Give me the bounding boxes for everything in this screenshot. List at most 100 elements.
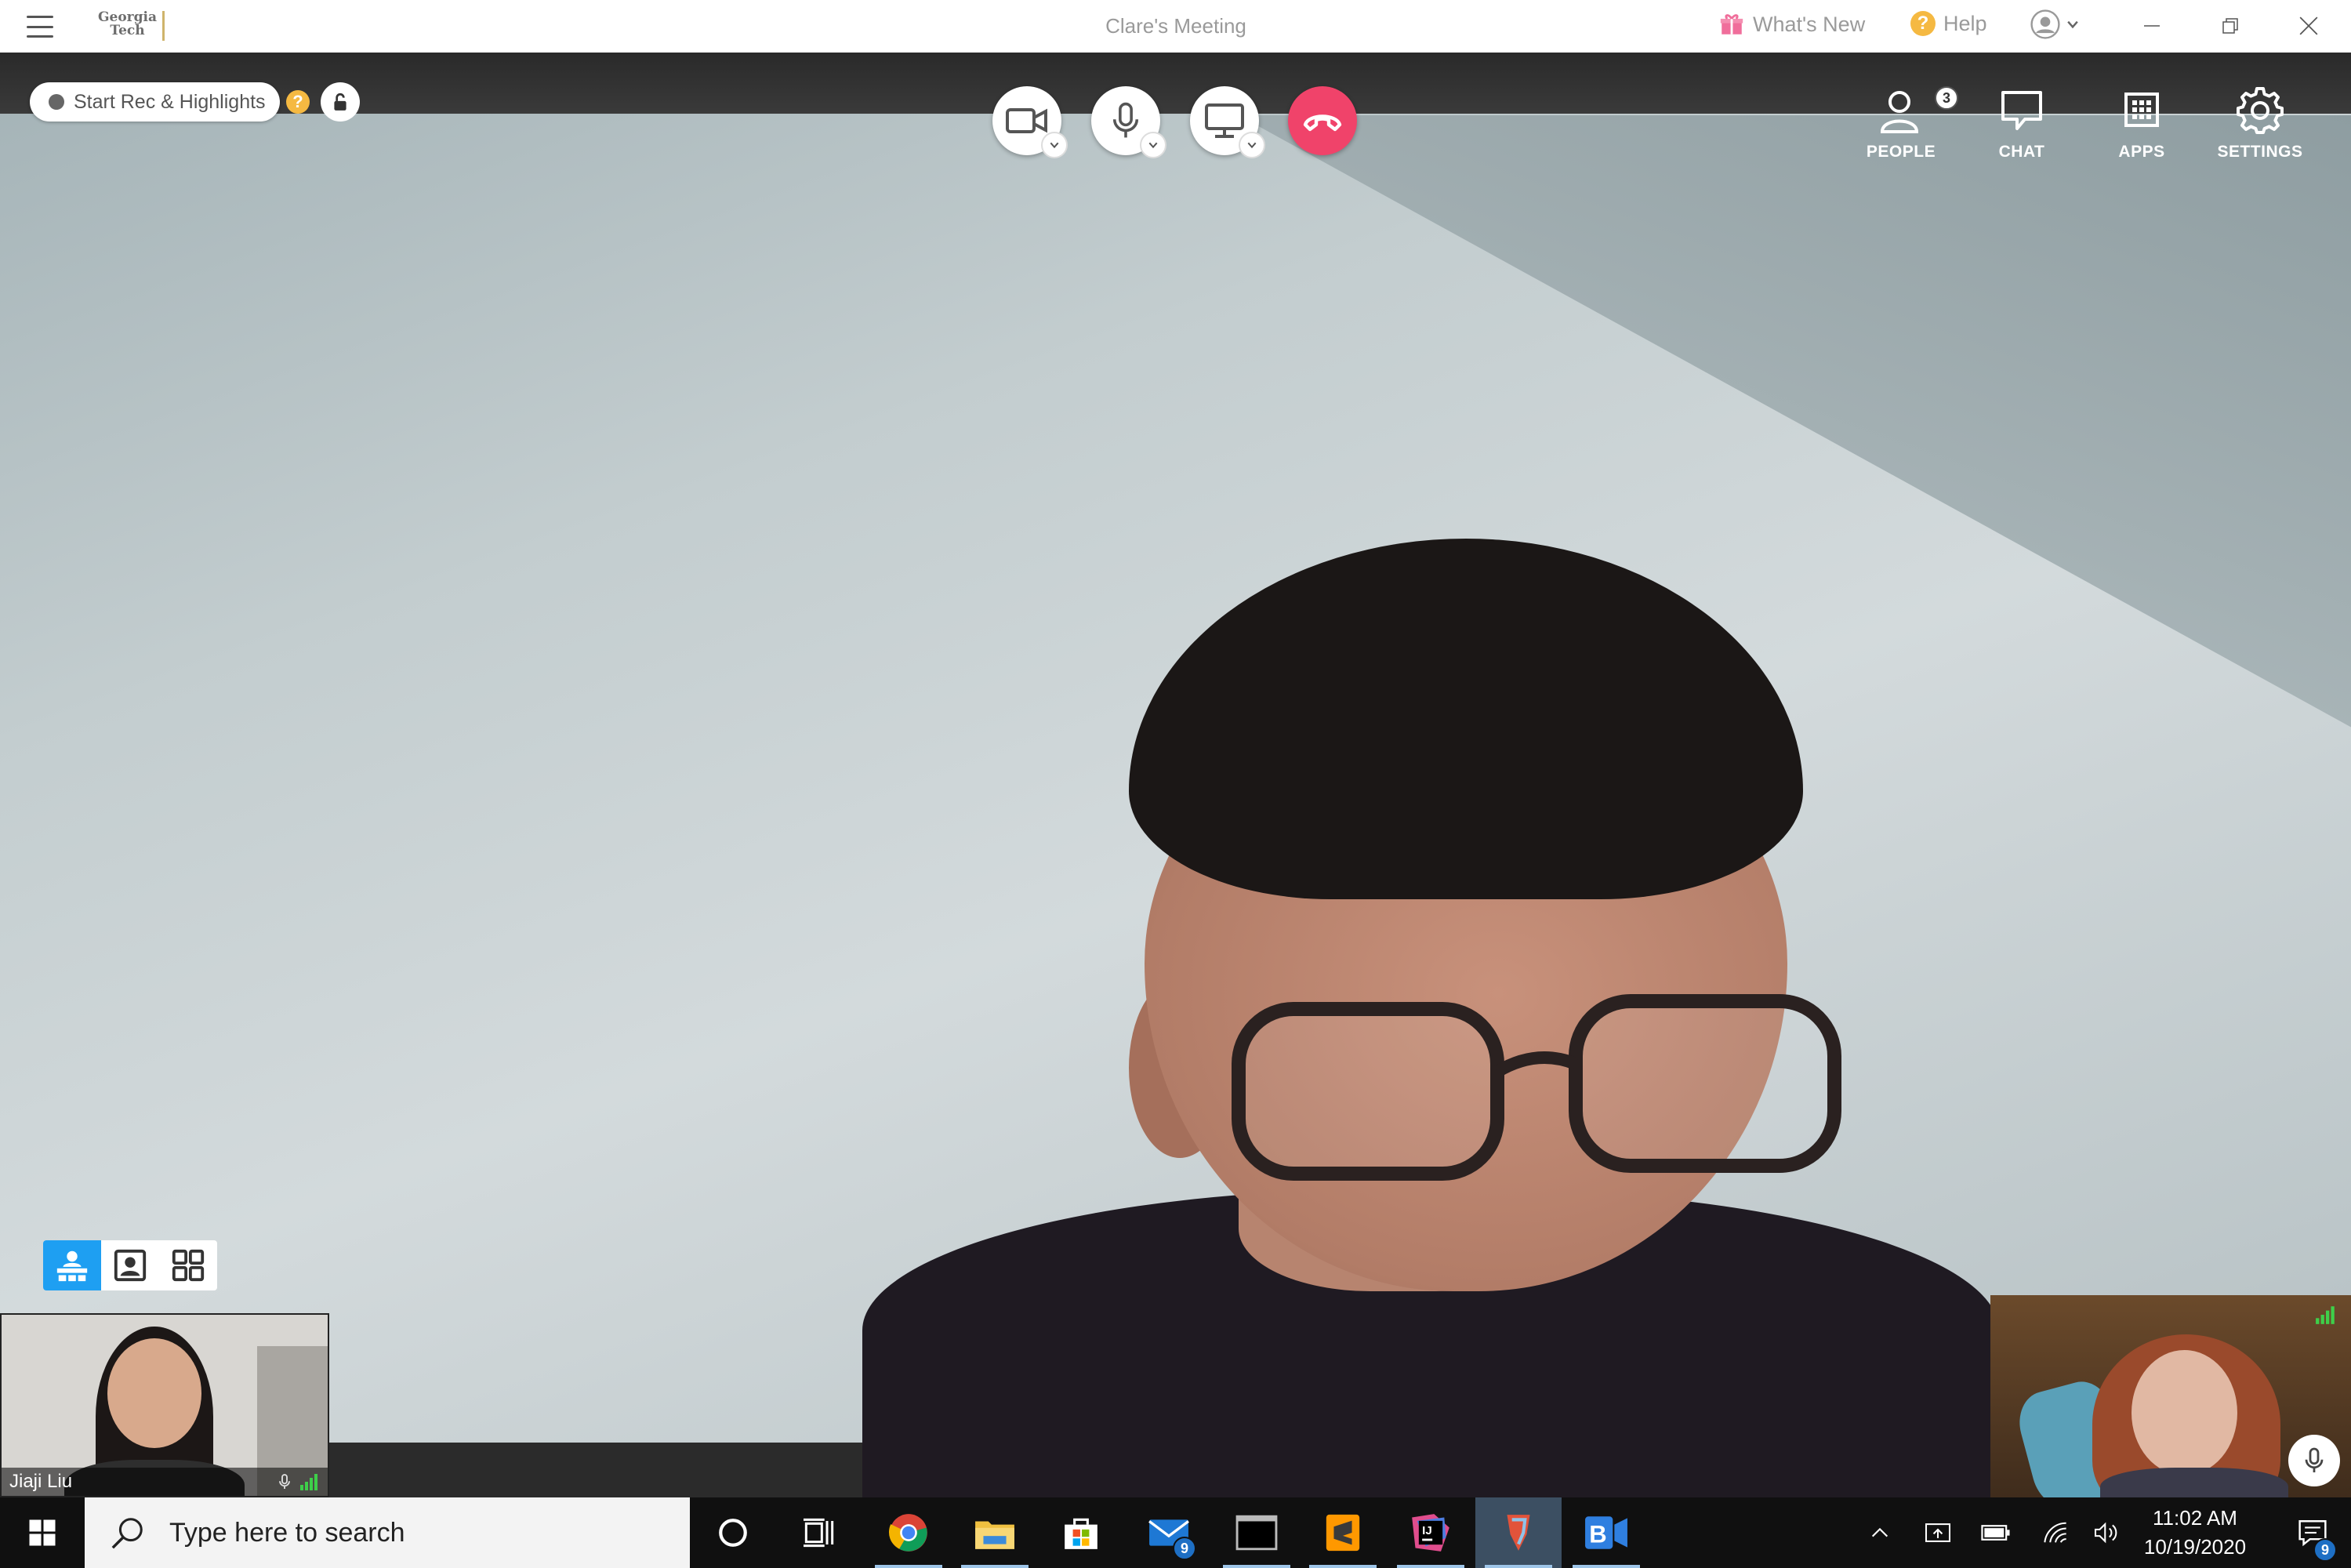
participant-face [107,1338,201,1448]
chat-button[interactable]: CHAT [1971,86,2073,162]
battery-icon [1981,1525,2010,1541]
help-button[interactable]: ? Help [1910,11,1987,36]
windows-taskbar: Type here to search 9 IJ B 11:02 AM 10/1… [0,1497,2351,1568]
terminal-icon [1235,1515,1278,1551]
lock-meeting-button[interactable] [321,82,360,122]
search-placeholder: Type here to search [169,1517,405,1548]
mail-badge: 9 [1173,1537,1196,1560]
intellij-icon: IJ [1412,1514,1449,1552]
signal-strength-icon [2316,1306,2335,1324]
show-hidden-icons-button[interactable] [1859,1497,1900,1568]
wifi-icon [2044,1522,2066,1543]
screen-share-options-button[interactable] [1239,132,1265,158]
svg-text:B: B [1589,1520,1606,1548]
taskbar-search-box[interactable]: Type here to search [85,1497,690,1568]
close-icon [2299,16,2318,35]
account-menu[interactable] [2030,9,2081,39]
start-button[interactable] [0,1497,85,1568]
hang-up-icon [1303,114,1342,132]
layout-switcher [43,1240,217,1290]
help-icon: ? [1910,11,1936,36]
participant-name: Jiaji Liu [9,1471,73,1492]
title-bar: Georgia Tech Clare's Meeting What's New … [0,0,2351,53]
clock-date: 10/19/2020 [2143,1535,2247,1559]
chrome-taskbar-button[interactable] [865,1497,952,1568]
start-recording-button[interactable]: Start Rec & Highlights [30,82,280,122]
signal-strength-icon [300,1474,317,1490]
bluejeans-taskbar-button[interactable]: B [1563,1497,1649,1568]
chevron-down-icon [1247,142,1257,149]
participant-tile[interactable]: Jiaji Liu [0,1313,329,1497]
settings-label: SETTINGS [2217,143,2303,161]
terminal-taskbar-button[interactable] [1214,1497,1300,1568]
file-explorer-taskbar-button[interactable] [952,1497,1038,1568]
self-view-face [2132,1350,2237,1475]
people-icon [1880,91,1919,133]
hang-up-button[interactable] [1288,86,1357,155]
people-count-badge: 3 [1935,86,1958,110]
microphone-icon [2305,1447,2324,1472]
sublime-text-taskbar-button[interactable] [1300,1497,1386,1568]
recording-label: Start Rec & Highlights [74,90,266,113]
minimize-icon [2144,25,2160,27]
recording-help-icon[interactable]: ? [286,90,310,114]
logo-line-2: Tech [110,23,145,38]
camera-options-button[interactable] [1041,132,1068,158]
system-clock[interactable]: 11:02 AM 10/19/2020 [2117,1504,2273,1562]
whats-new-button[interactable]: What's New [1718,11,1865,38]
chevron-down-icon [2067,20,2078,29]
tray-device-button[interactable] [1917,1497,1958,1568]
windows-logo-icon [29,1519,56,1546]
self-view-tile[interactable] [1990,1295,2351,1497]
speaker-hair [1129,539,1803,899]
cortana-icon [719,1519,747,1547]
chevron-down-icon [1148,142,1158,149]
svg-text:IJ: IJ [1422,1524,1432,1537]
settings-button[interactable]: SETTINGS [2209,86,2311,162]
minimize-button[interactable] [2124,8,2179,44]
battery-status-button[interactable] [1974,1497,2018,1568]
speaker-view-icon [114,1249,147,1282]
people-button[interactable]: 3 PEOPLE [1850,86,1958,162]
gallery-view-button[interactable] [159,1240,217,1290]
apps-button[interactable]: APPS [2091,86,2193,162]
menu-icon[interactable] [27,16,53,38]
gallery-view-icon [172,1249,205,1282]
speaker-view-button[interactable] [101,1240,159,1290]
mail-taskbar-button[interactable]: 9 [1126,1497,1212,1568]
task-view-button[interactable] [776,1497,862,1568]
people-view-button[interactable] [43,1240,101,1290]
record-icon [49,94,64,110]
cortana-button[interactable] [690,1497,776,1568]
file-explorer-icon [975,1521,1014,1549]
gear-icon [2237,87,2284,134]
participant-status [278,1472,320,1491]
network-status-button[interactable] [2034,1497,2077,1568]
clock-time: 11:02 AM [2153,1506,2237,1530]
action-center-button[interactable]: 9 [2273,1497,2351,1568]
camera-toggle-button[interactable] [992,86,1068,158]
screen-share-button[interactable] [1190,86,1265,158]
microsoft-store-taskbar-button[interactable] [1038,1497,1124,1568]
whats-new-label: What's New [1753,12,1866,36]
restore-button[interactable] [2203,8,2258,44]
microphone-options-button[interactable] [1140,132,1166,158]
georgia-tech-logo: Georgia Tech [93,11,165,41]
chevron-up-icon [1871,1527,1888,1537]
lock-icon [334,93,346,111]
microphone-icon [279,1474,290,1489]
screen-share-icon [1205,103,1244,138]
main-video-feed [0,53,2351,1497]
gift-icon [1720,14,1743,34]
people-label: PEOPLE [1866,143,1936,161]
close-button[interactable] [2281,8,2336,44]
self-mute-button[interactable] [2288,1435,2340,1486]
chat-label: CHAT [1998,143,2045,161]
microphone-toggle-button[interactable] [1091,86,1166,158]
chat-icon [2001,91,2042,130]
intellij-taskbar-button[interactable]: IJ [1388,1497,1474,1568]
avatar-icon [2030,9,2060,39]
bluejeans-active-taskbar-button[interactable] [1475,1497,1562,1568]
microphone-icon [1112,102,1139,138]
search-icon [111,1518,143,1549]
